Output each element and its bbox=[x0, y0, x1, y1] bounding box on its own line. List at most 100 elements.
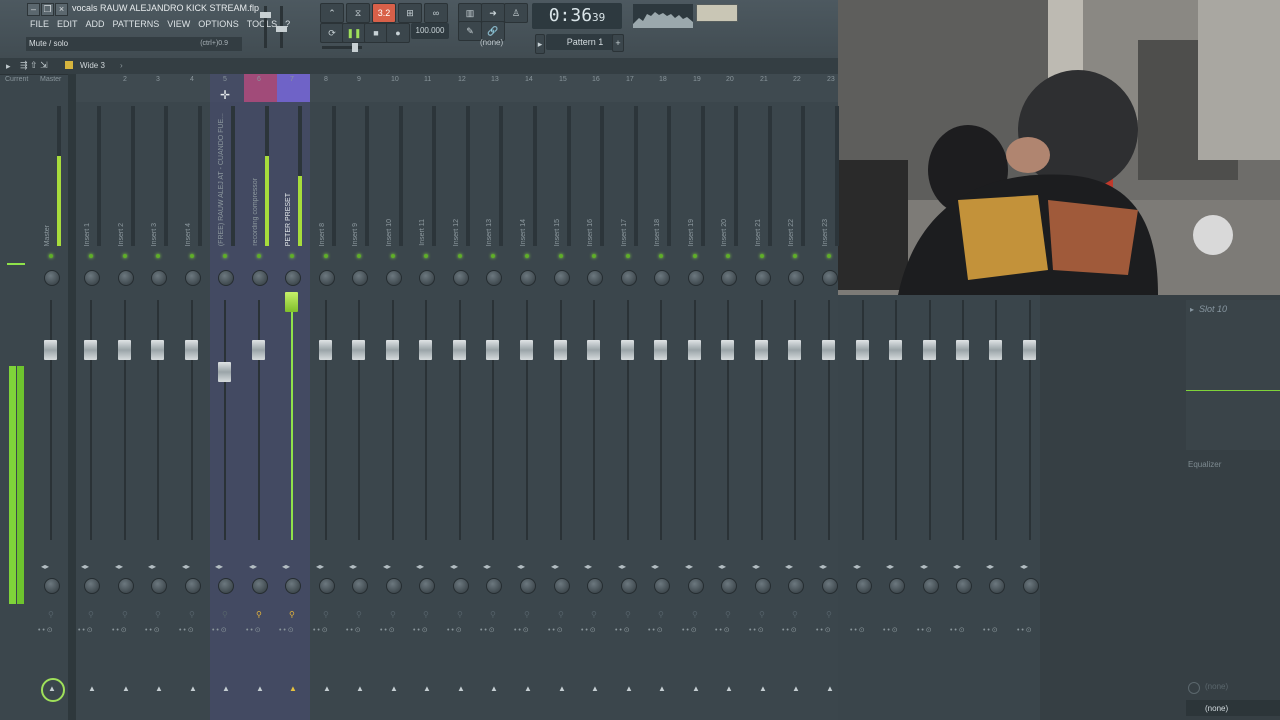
channel-name-3[interactable]: Insert 3 bbox=[151, 110, 163, 246]
swap-icon[interactable]: ⚲ bbox=[423, 610, 429, 619]
wait-record-icon[interactable]: ⧖ bbox=[346, 3, 370, 23]
stereo-separation-icon[interactable]: ◂▸ bbox=[517, 562, 525, 571]
send-arrow-icon[interactable]: ▲ bbox=[591, 684, 599, 693]
pattern-prev-icon[interactable]: ▸ bbox=[535, 34, 545, 54]
volume-fader[interactable] bbox=[486, 340, 499, 360]
volume-fader[interactable] bbox=[755, 340, 768, 360]
swap-icon[interactable]: ⚲ bbox=[356, 610, 362, 619]
mixer-tools-icon[interactable]: ⇶ ⇧ ⇲ bbox=[20, 60, 48, 71]
mute-led[interactable] bbox=[458, 254, 462, 258]
stereo-separation-icon[interactable]: ◂▸ bbox=[416, 562, 424, 571]
volume-fader[interactable] bbox=[285, 292, 298, 312]
mute-led[interactable] bbox=[525, 254, 529, 258]
volume-fader[interactable] bbox=[621, 340, 634, 360]
preset-arrow-icon[interactable]: › bbox=[120, 61, 123, 70]
step-edit-icon[interactable]: ⊞ bbox=[398, 3, 422, 23]
stereo-separation-icon[interactable]: ◂▸ bbox=[953, 562, 961, 571]
input-select[interactable]: (none) bbox=[1205, 682, 1228, 691]
channel-name-5[interactable]: (FREE) RAUW ALEJ AT - CUANDO FUE... bbox=[218, 110, 230, 246]
song-time[interactable]: 0:3639 bbox=[532, 3, 622, 29]
stereo-separation-icon[interactable]: ◂▸ bbox=[483, 562, 491, 571]
pan-knob[interactable] bbox=[453, 270, 469, 286]
stereo-separation-icon[interactable]: ◂▸ bbox=[785, 562, 793, 571]
stereo-separation-icon[interactable]: ◂▸ bbox=[752, 562, 760, 571]
pan-knob[interactable] bbox=[386, 270, 402, 286]
mute-led[interactable] bbox=[693, 254, 697, 258]
channel-name-21[interactable]: Insert 21 bbox=[755, 110, 767, 246]
send-arrow-icon[interactable]: ▲ bbox=[658, 684, 666, 693]
pan-knob[interactable] bbox=[721, 270, 737, 286]
menu-view[interactable]: VIEW bbox=[163, 17, 194, 31]
mute-led[interactable] bbox=[827, 254, 831, 258]
swap-icon[interactable]: ⚲ bbox=[88, 610, 94, 619]
pan-knob[interactable] bbox=[822, 270, 838, 286]
mute-led[interactable] bbox=[223, 254, 227, 258]
channel-name-17[interactable]: Insert 17 bbox=[621, 110, 633, 246]
minimize-icon[interactable]: – bbox=[27, 3, 40, 16]
channel-name-4[interactable]: Insert 4 bbox=[185, 110, 197, 246]
stereo-knob[interactable] bbox=[218, 578, 234, 594]
channel-name-1[interactable]: Insert 1 bbox=[84, 110, 96, 246]
stereo-knob[interactable] bbox=[386, 578, 402, 594]
send-arrow-icon[interactable]: ▲ bbox=[725, 684, 733, 693]
swap-icon[interactable]: ⚲ bbox=[625, 610, 631, 619]
stereo-knob[interactable] bbox=[688, 578, 704, 594]
volume-fader[interactable] bbox=[252, 340, 265, 360]
mute-led[interactable] bbox=[257, 254, 261, 258]
swap-icon[interactable]: ⚲ bbox=[222, 610, 228, 619]
send-arrow-icon[interactable]: ▲ bbox=[48, 684, 56, 693]
volume-fader[interactable] bbox=[84, 340, 97, 360]
stereo-knob[interactable] bbox=[587, 578, 603, 594]
volume-fader[interactable] bbox=[386, 340, 399, 360]
send-arrow-icon[interactable]: ▲ bbox=[289, 684, 297, 693]
channel-name-12[interactable]: Insert 12 bbox=[453, 110, 465, 246]
stereo-separation-icon[interactable]: ◂▸ bbox=[651, 562, 659, 571]
mute-led[interactable] bbox=[592, 254, 596, 258]
mute-led[interactable] bbox=[424, 254, 428, 258]
volume-fader[interactable] bbox=[788, 340, 801, 360]
send-arrow-icon[interactable]: ▲ bbox=[356, 684, 364, 693]
volume-fader[interactable] bbox=[218, 362, 231, 382]
volume-fader[interactable] bbox=[989, 340, 1002, 360]
pause-icon[interactable]: ❚❚ bbox=[342, 23, 366, 43]
slot-label[interactable]: Slot 10 bbox=[1199, 304, 1227, 314]
stereo-knob[interactable] bbox=[185, 578, 201, 594]
channel-name-13[interactable]: Insert 13 bbox=[486, 110, 498, 246]
pan-knob[interactable] bbox=[788, 270, 804, 286]
send-arrow-icon[interactable]: ▲ bbox=[189, 684, 197, 693]
send-arrow-icon[interactable]: ▲ bbox=[155, 684, 163, 693]
swap-icon[interactable]: ⚲ bbox=[692, 610, 698, 619]
channel-name-0[interactable]: Master bbox=[44, 110, 56, 246]
swap-icon[interactable]: ⚲ bbox=[289, 610, 295, 619]
swap-icon[interactable]: ⚲ bbox=[457, 610, 463, 619]
channel-name-19[interactable]: Insert 19 bbox=[688, 110, 700, 246]
volume-fader[interactable] bbox=[151, 340, 164, 360]
stereo-separation-icon[interactable]: ◂▸ bbox=[282, 562, 290, 571]
menu-patterns[interactable]: PATTERNS bbox=[109, 17, 164, 31]
mute-led[interactable] bbox=[659, 254, 663, 258]
send-arrow-icon[interactable]: ▲ bbox=[122, 684, 130, 693]
menu-edit[interactable]: EDIT bbox=[53, 17, 82, 31]
volume-fader[interactable] bbox=[688, 340, 701, 360]
stereo-knob[interactable] bbox=[44, 578, 60, 594]
pan-knob[interactable] bbox=[84, 270, 100, 286]
channel-name-9[interactable]: Insert 9 bbox=[352, 110, 364, 246]
mute-led[interactable] bbox=[190, 254, 194, 258]
close-icon[interactable]: × bbox=[55, 3, 68, 16]
pan-knob[interactable] bbox=[520, 270, 536, 286]
stereo-knob[interactable] bbox=[889, 578, 905, 594]
stereo-separation-icon[interactable]: ◂▸ bbox=[551, 562, 559, 571]
mixer-arrow-icon[interactable]: ▸ bbox=[6, 61, 11, 72]
swap-icon[interactable]: ⚲ bbox=[155, 610, 161, 619]
mute-led[interactable] bbox=[156, 254, 160, 258]
volume-fader[interactable] bbox=[118, 340, 131, 360]
channel-name-18[interactable]: Insert 18 bbox=[654, 110, 666, 246]
stereo-knob[interactable] bbox=[84, 578, 100, 594]
send-arrow-icon[interactable]: ▲ bbox=[826, 684, 834, 693]
send-arrow-icon[interactable]: ▲ bbox=[390, 684, 398, 693]
stereo-knob[interactable] bbox=[621, 578, 637, 594]
stereo-knob[interactable] bbox=[956, 578, 972, 594]
mute-led[interactable] bbox=[726, 254, 730, 258]
pan-knob[interactable] bbox=[352, 270, 368, 286]
channel-name-14[interactable]: Insert 14 bbox=[520, 110, 532, 246]
